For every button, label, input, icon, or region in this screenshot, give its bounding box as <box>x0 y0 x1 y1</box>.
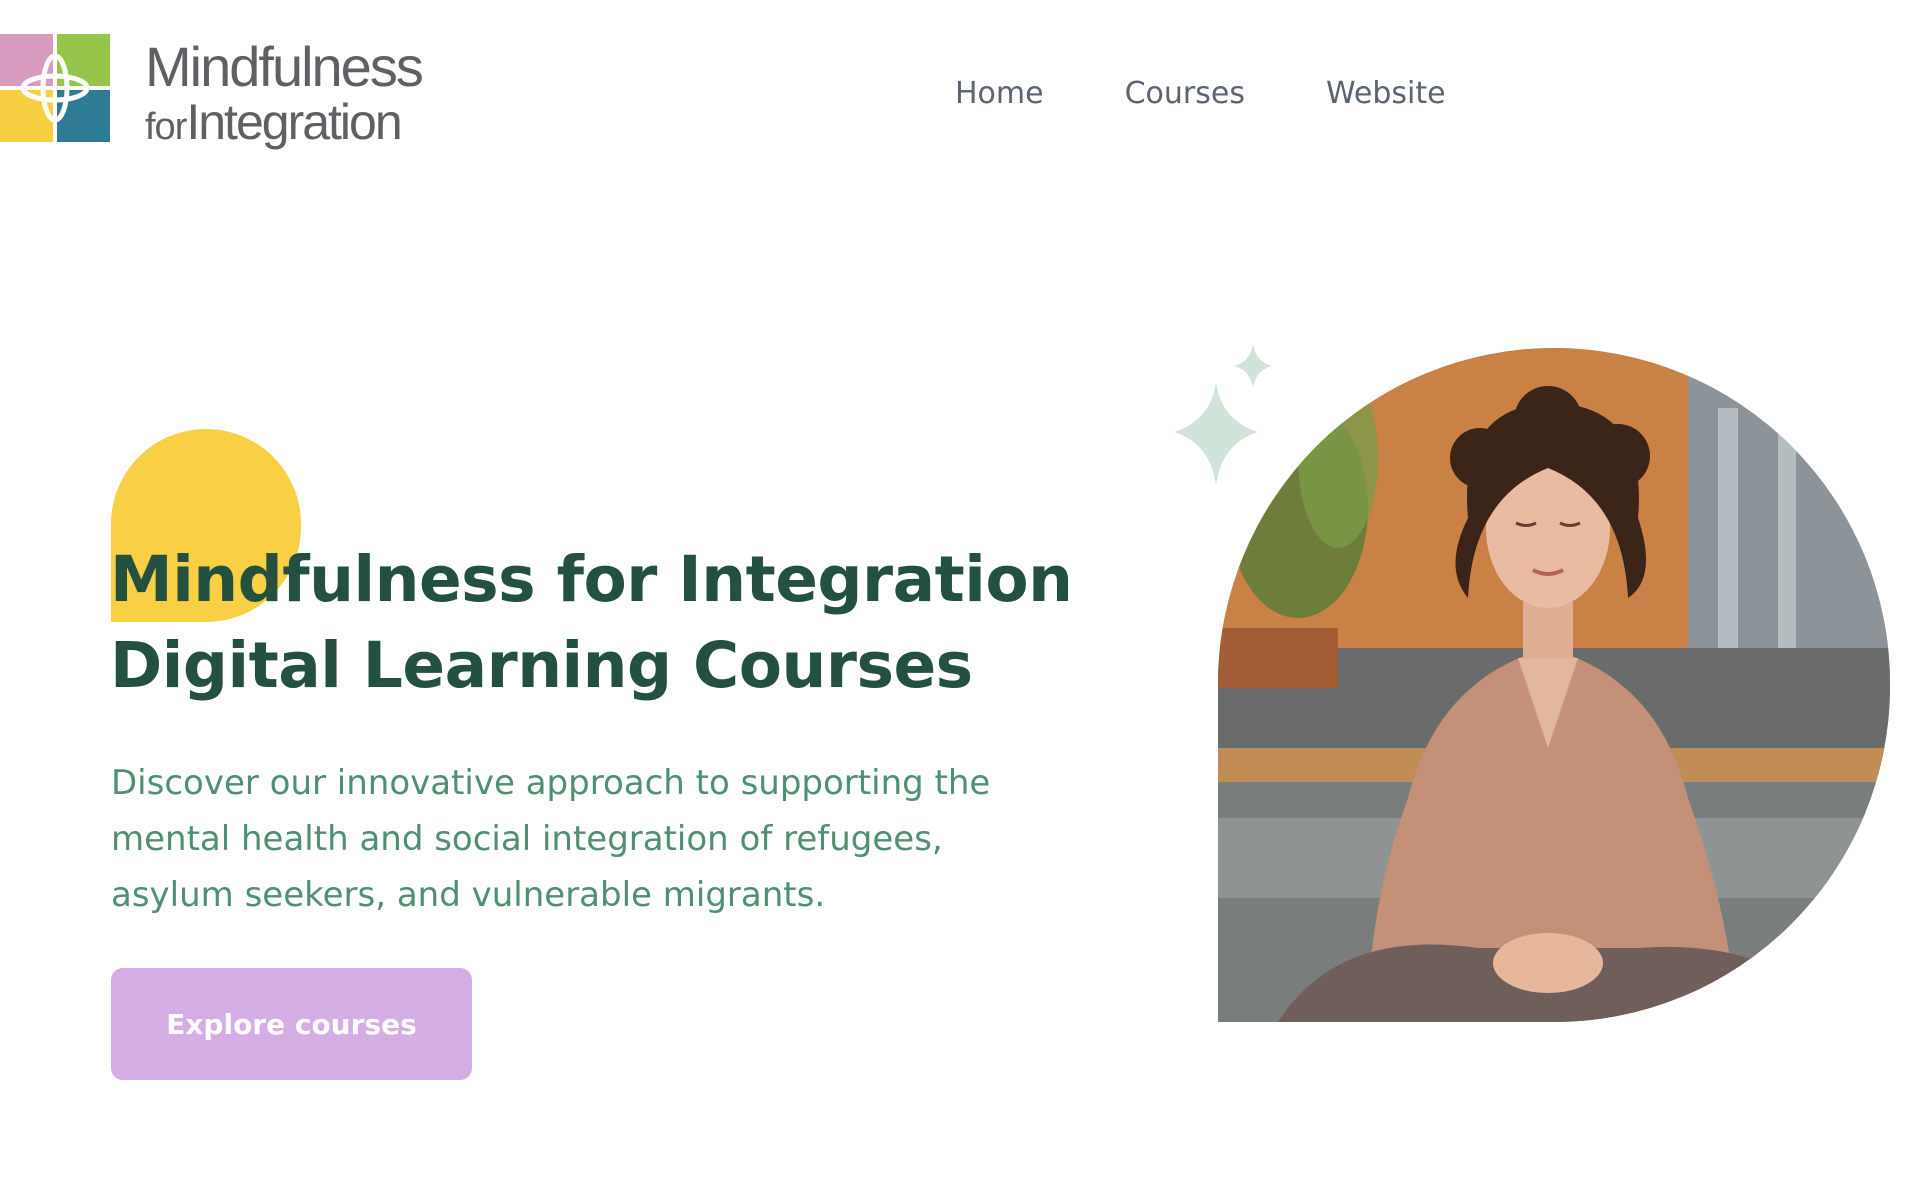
meditation-illustration <box>1218 348 1890 1022</box>
hero-title-line-2: Digital Learning Courses <box>110 629 973 702</box>
nav-home[interactable]: Home <box>955 74 1044 114</box>
logo-line-2-prefix: for <box>145 106 187 148</box>
hero-title: Mindfulness for Integration Digital Lear… <box>110 537 1073 709</box>
sparkle-icon <box>1174 344 1272 486</box>
site-logo[interactable]: Mindfulness forIntegration <box>0 34 440 154</box>
logo-line-1: Mindfulness <box>145 35 424 98</box>
hero-subtitle-line-2: mental health and social integration of … <box>111 819 943 859</box>
top-nav: Home Courses Website <box>955 74 1446 114</box>
explore-courses-button[interactable]: Explore courses <box>111 968 472 1080</box>
nav-courses[interactable]: Courses <box>1125 74 1245 114</box>
hero-photo-meditating-woman <box>1218 348 1890 1022</box>
hero-title-line-1: Mindfulness for Integration <box>110 543 1073 616</box>
four-petal-logo-icon <box>0 34 110 142</box>
logo-line-2-main: Integration <box>186 94 402 150</box>
nav-website[interactable]: Website <box>1326 74 1446 114</box>
hero-subtitle-line-3: asylum seekers, and vulnerable migrants. <box>111 875 826 915</box>
logo-wordmark: Mindfulness forIntegration <box>145 35 424 153</box>
hero-subtitle-line-1: Discover our innovative approach to supp… <box>111 763 991 803</box>
logo-line-2: forIntegration <box>145 96 422 153</box>
landing-page: Mindfulness forIntegration Home Courses … <box>0 0 1908 1196</box>
hero-subtitle: Discover our innovative approach to supp… <box>111 755 1071 923</box>
